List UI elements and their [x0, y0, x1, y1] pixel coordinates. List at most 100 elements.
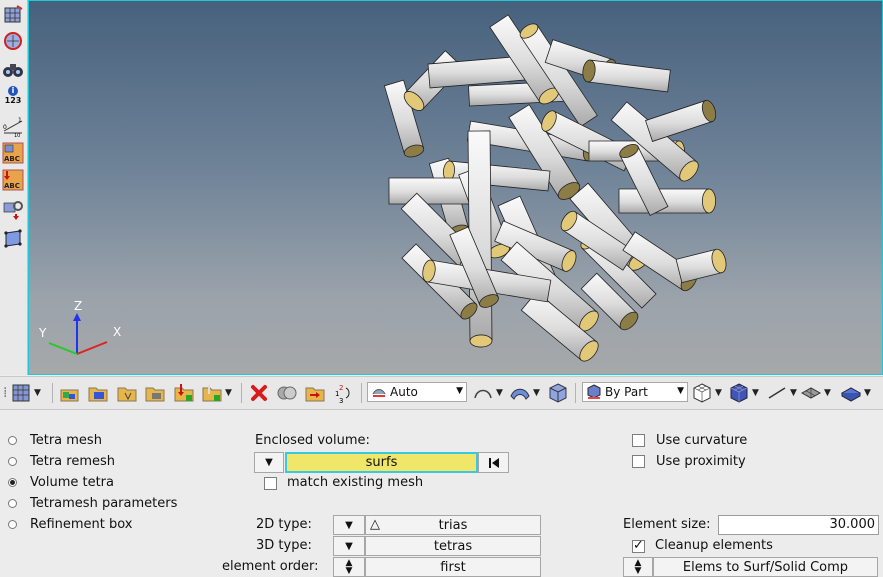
- load-collector-button[interactable]: [173, 381, 195, 405]
- properties-folder-button[interactable]: [144, 381, 166, 405]
- scale-label-1: 1: [18, 117, 22, 124]
- chevron-down-icon[interactable]: ▼: [225, 388, 232, 398]
- output-block-button[interactable]: ▼: [201, 381, 232, 405]
- chevron-down-icon[interactable]: ▼: [824, 388, 831, 398]
- 2d-elements-button[interactable]: ▼: [800, 381, 831, 405]
- chevron-down-icon[interactable]: ▼: [864, 388, 871, 398]
- color-mode-select[interactable]: By Part ▼: [582, 382, 688, 402]
- element-order-value-button[interactable]: first: [365, 557, 541, 577]
- option-label: Tetra mesh: [30, 433, 102, 448]
- chevron-down-icon: ▼: [265, 457, 273, 468]
- entity-selector-dropdown[interactable]: ▼: [254, 452, 284, 473]
- radio-button[interactable]: [8, 499, 17, 508]
- mesh-wireframe-button[interactable]: ▼: [691, 381, 722, 405]
- chevron-down-icon[interactable]: ▼: [496, 388, 503, 398]
- cleanup-elements-label: Cleanup elements: [655, 538, 773, 553]
- chevron-down-icon[interactable]: ▼: [34, 388, 41, 398]
- ruler-scale-icon[interactable]: 0 1 10: [1, 114, 25, 138]
- radio-button[interactable]: [8, 520, 17, 529]
- element-order-toggle[interactable]: ▲ ▼: [333, 557, 365, 577]
- element-order-value: first: [440, 559, 466, 575]
- use-curvature-checkbox[interactable]: [632, 434, 645, 447]
- 3d-elements-button[interactable]: ▼: [840, 381, 871, 405]
- scale-label-10: 10: [14, 133, 20, 137]
- chevron-down-icon[interactable]: ▼: [752, 388, 759, 398]
- wireframe-surface-button[interactable]: ▼: [472, 381, 503, 405]
- option-volume-tetra[interactable]: Volume tetra: [8, 475, 114, 490]
- type-3d-label: 3D type:: [256, 538, 312, 553]
- delete-button[interactable]: [248, 381, 270, 405]
- color-mode-value: By Part: [605, 385, 648, 399]
- gear-arrow-icon[interactable]: [1, 197, 25, 221]
- organize-button[interactable]: [304, 381, 326, 405]
- radio-button[interactable]: [8, 436, 17, 445]
- axis-y-label: Y: [38, 326, 47, 340]
- chevron-down-icon: ▼: [345, 519, 353, 531]
- type-2d-value: trias: [438, 517, 468, 533]
- binoculars-icon[interactable]: [1, 57, 25, 81]
- element-size-input[interactable]: 30.000: [718, 515, 879, 535]
- abc-label-icon[interactable]: ABC: [1, 141, 25, 165]
- circle-mesh-icon[interactable]: [1, 29, 25, 53]
- option-tetra-mesh[interactable]: Tetra mesh: [8, 433, 102, 448]
- info-123-icon[interactable]: i 123: [1, 83, 25, 107]
- option-tetramesh-parameters[interactable]: Tetramesh parameters: [8, 496, 177, 511]
- 1d-elements-button[interactable]: ▼: [766, 381, 797, 405]
- chevron-down-icon[interactable]: ▼: [677, 386, 684, 396]
- type-3d-value-button[interactable]: tetras: [365, 536, 541, 556]
- graphics-viewport[interactable]: Z X Y: [28, 0, 883, 375]
- option-label: Volume tetra: [30, 475, 114, 490]
- type-3d-dropdown[interactable]: ▼: [333, 536, 365, 556]
- up-down-icon: ▲ ▼: [345, 558, 353, 576]
- svg-text:ABC: ABC: [4, 155, 20, 163]
- display-mode-value: Auto: [390, 385, 418, 399]
- components-folder-button[interactable]: [87, 381, 109, 405]
- display-mode-select[interactable]: Auto ▼: [367, 382, 467, 402]
- radio-button[interactable]: [8, 457, 17, 466]
- chevron-down-icon[interactable]: ▼: [790, 388, 797, 398]
- elems-to-comp-label: Elems to Surf/Solid Comp: [682, 559, 849, 575]
- materials-folder-button[interactable]: [116, 381, 138, 405]
- axis-z-label: Z: [74, 299, 82, 313]
- rectangle-select-icon[interactable]: [1, 226, 25, 250]
- chevron-down-icon[interactable]: ▼: [715, 388, 722, 398]
- svg-text:ABC: ABC: [4, 182, 20, 190]
- use-proximity-checkbox[interactable]: [632, 455, 645, 468]
- svg-text:2: 2: [339, 384, 343, 392]
- shaded-geometry-icon: [371, 384, 387, 403]
- assembly-components-button[interactable]: [58, 381, 80, 405]
- type-2d-value-button[interactable]: △ trias: [365, 515, 541, 535]
- mesh-shaded-button[interactable]: ▼: [728, 381, 759, 405]
- option-label: Tetramesh parameters: [30, 496, 178, 511]
- option-refinement-box[interactable]: Refinement box: [8, 517, 133, 532]
- chevron-down-icon[interactable]: ▼: [533, 388, 540, 398]
- chevron-down-icon[interactable]: ▼: [456, 386, 463, 396]
- abc-arrow-icon[interactable]: ABC: [1, 168, 25, 192]
- renumber-button[interactable]: 213: [333, 381, 355, 405]
- match-existing-mesh-label: match existing mesh: [287, 475, 424, 490]
- mesh-view-icon[interactable]: [1, 3, 25, 27]
- collect-button[interactable]: [276, 381, 298, 405]
- use-curvature-label: Use curvature: [656, 433, 748, 448]
- shaded-surface-button[interactable]: ▼: [509, 381, 540, 405]
- toolbar-divider: [241, 383, 242, 403]
- axis-triad: Z X Y: [38, 299, 121, 355]
- elems-to-toggle[interactable]: ▲ ▼: [623, 557, 653, 577]
- match-existing-mesh-checkbox[interactable]: [264, 477, 277, 490]
- cleanup-elements-checkbox[interactable]: [632, 538, 645, 553]
- type-2d-dropdown[interactable]: ▼: [333, 515, 365, 535]
- axis-x-label: X: [113, 325, 121, 339]
- surfs-selector[interactable]: surfs: [285, 452, 478, 473]
- type-2d-label: 2D type:: [256, 517, 312, 532]
- info-label: 123: [4, 95, 22, 105]
- reset-selection-button[interactable]: [478, 452, 509, 473]
- option-label: Refinement box: [30, 517, 133, 532]
- elems-to-comp-button[interactable]: Elems to Surf/Solid Comp: [653, 557, 878, 577]
- cylinder-cap: [702, 188, 717, 214]
- radio-button-selected[interactable]: [8, 478, 17, 487]
- scale-label-0: 0: [3, 124, 7, 131]
- solid-display-button[interactable]: [547, 381, 569, 405]
- grip-handle[interactable]: ⁞: [3, 381, 9, 405]
- mesh-display-button[interactable]: ▼: [10, 381, 41, 405]
- option-tetra-remesh[interactable]: Tetra remesh: [8, 454, 115, 469]
